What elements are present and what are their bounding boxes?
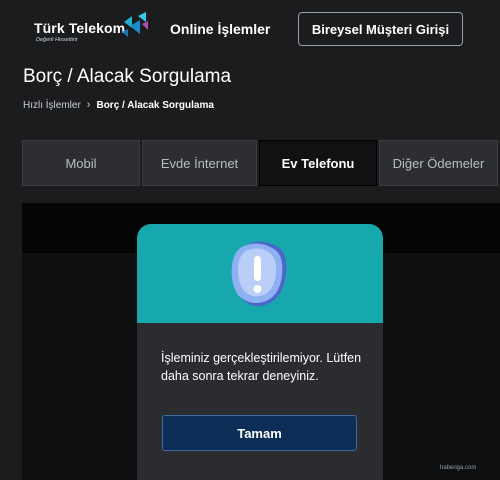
breadcrumb-parent[interactable]: Hızlı İşlemler [23,100,81,111]
modal-header [137,224,383,323]
logo-mark-icon [122,12,148,37]
tab-evde-internet[interactable]: Evde İnternet [142,140,257,186]
watermark: haberiga.com [440,465,477,471]
turk-telekom-logo[interactable]: Türk Telekom Değerli Hissettirir [34,12,148,46]
logo-tagline: Değerli Hissettirir [36,37,78,43]
tab-diger-odemeler[interactable]: Diğer Ödemeler [379,140,498,186]
site-header: Türk Telekom Değerli Hissettirir Online … [0,0,500,56]
tab-bar: Mobil Evde İnternet Ev Telefonu Diğer Öd… [22,140,500,188]
online-islemler-link[interactable]: Online İşlemler [170,21,270,37]
modal-body [137,323,383,480]
logo-text: Türk Telekom [34,20,126,36]
breadcrumb-current: Borç / Alacak Sorgulama [96,99,214,111]
tab-mobil[interactable]: Mobil [22,140,140,186]
ok-button[interactable]: Tamam [162,415,357,451]
error-modal: İşleminiz gerçekleştirilemiyor. Lütfen d… [137,224,383,480]
tab-ev-telefonu[interactable]: Ev Telefonu [259,140,377,186]
page-title: Borç / Alacak Sorgulama [23,66,232,87]
customer-login-button[interactable]: Bireysel Müşteri Girişi [298,12,463,46]
breadcrumb: Hızlı İşlemler › Borç / Alacak Sorgulama [23,99,214,111]
error-message: İşleminiz gerçekleştirilemiyor. Lütfen d… [161,351,362,383]
exclamation-icon [231,241,287,307]
chevron-right-icon: › [86,99,91,111]
